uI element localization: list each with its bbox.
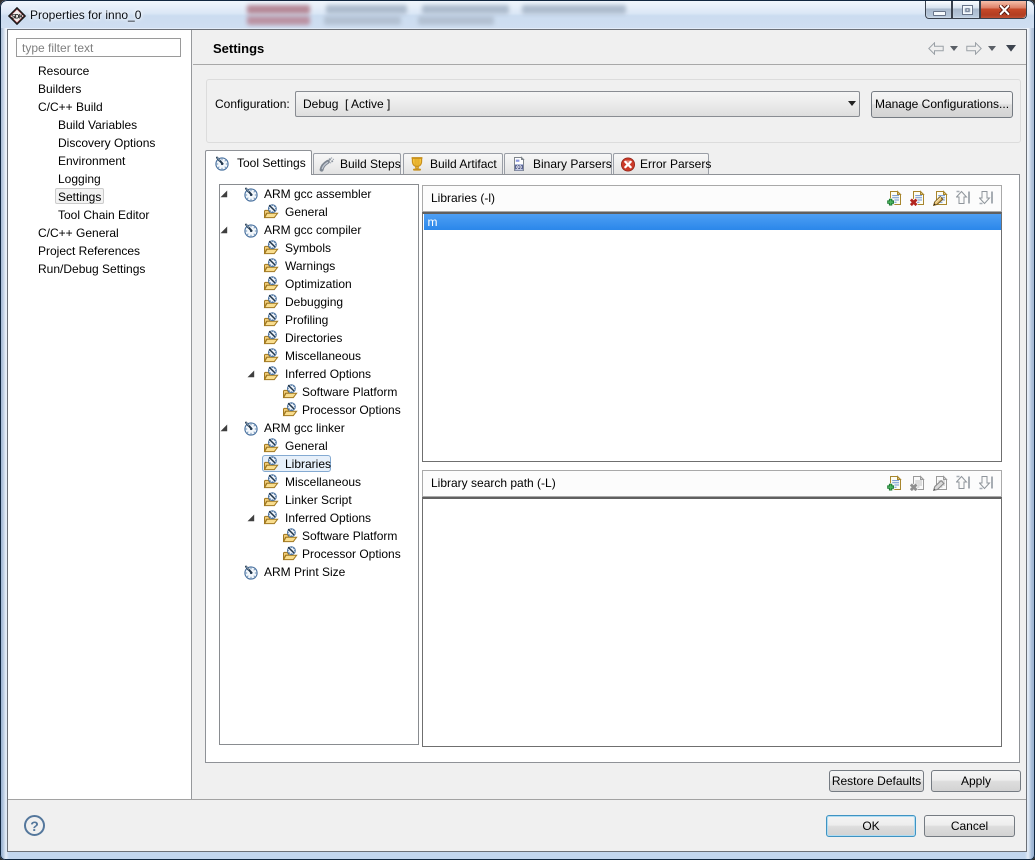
svg-text:SDK: SDK: [11, 13, 24, 20]
